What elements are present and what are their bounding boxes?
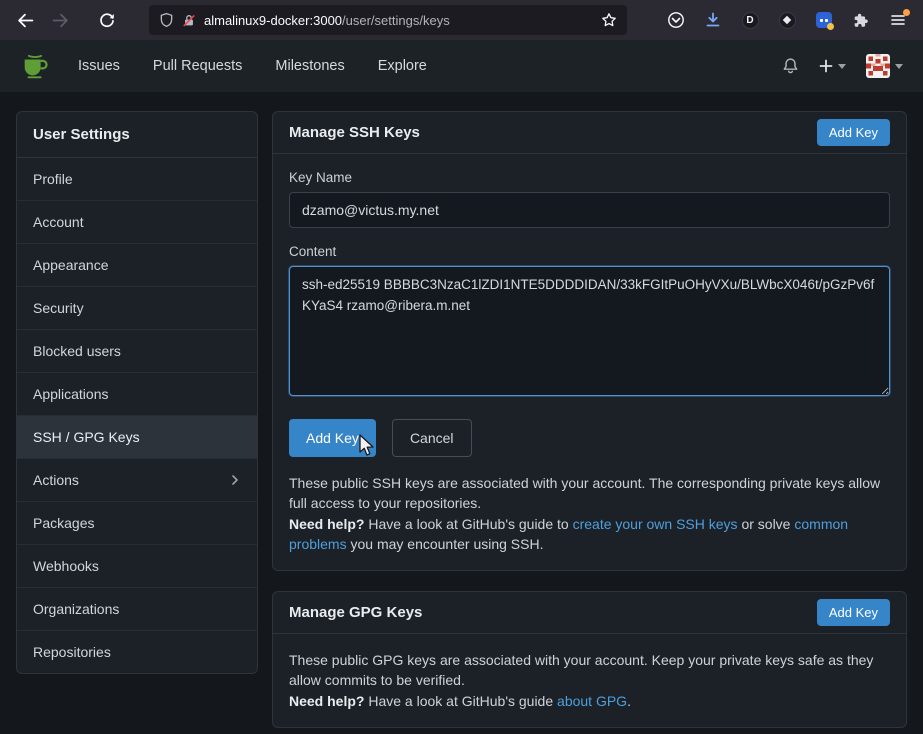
ssh-panel-title: Manage SSH Keys	[289, 124, 420, 141]
sidebar-item-label: SSH / GPG Keys	[33, 429, 140, 445]
nav-item-pull-requests[interactable]: Pull Requests	[153, 58, 242, 74]
sidebar-item-label: Packages	[33, 515, 94, 531]
ssh-panel-body: Key Name Content ssh-ed25519 BBBBC3NzaC1…	[273, 154, 906, 570]
navbar-right	[782, 54, 903, 78]
sidebar-title: User Settings	[17, 112, 257, 158]
back-arrow-icon	[17, 12, 34, 29]
insecure-lock-icon[interactable]	[182, 13, 196, 28]
settings-main: Manage SSH Keys Add Key Key Name Content…	[272, 111, 907, 728]
update-badge	[903, 9, 910, 16]
toolbar-extension-area: D	[663, 7, 913, 33]
gpg-add-key-header-button[interactable]: Add Key	[817, 599, 890, 626]
url-path: /user/settings/keys	[342, 13, 450, 28]
ssh-help-text-a: Have a look at GitHub's guide to	[364, 516, 572, 532]
ssh-help-text-c: you may encounter using SSH.	[347, 536, 544, 552]
ssh-help-text-b: or solve	[738, 516, 795, 532]
extension-blue-icon[interactable]	[811, 7, 837, 33]
pocket-icon[interactable]	[663, 7, 689, 33]
sidebar-item-label: Security	[33, 300, 84, 316]
create-new-dropdown[interactable]	[819, 59, 846, 73]
gpg-help-line1: These public GPG keys are associated wit…	[289, 652, 873, 688]
sidebar-item-label: Appearance	[33, 257, 109, 273]
key-name-label: Key Name	[289, 170, 890, 185]
sidebar-item-label: Applications	[33, 386, 109, 402]
ssh-help-bold: Need help?	[289, 516, 364, 532]
sidebar-item-organizations[interactable]: Organizations	[17, 587, 257, 630]
plus-icon	[819, 59, 833, 73]
tracking-shield-icon[interactable]	[159, 12, 174, 28]
form-buttons: Add Key Cancel	[289, 419, 890, 457]
add-key-submit-button[interactable]: Add Key	[289, 419, 376, 457]
forward-arrow-icon	[52, 12, 69, 29]
avatar	[866, 54, 890, 78]
sidebar-item-profile[interactable]: Profile	[17, 158, 257, 200]
sidebar-item-packages[interactable]: Packages	[17, 501, 257, 544]
sidebar-item-label: Account	[33, 214, 84, 230]
user-menu-dropdown[interactable]	[866, 54, 903, 78]
browser-forward-button[interactable]	[45, 5, 75, 35]
app-navbar: Issues Pull Requests Milestones Explore	[0, 40, 923, 92]
sidebar-item-blocked-users[interactable]: Blocked users	[17, 329, 257, 372]
gpg-help-text: These public GPG keys are associated wit…	[289, 650, 890, 711]
about-gpg-link[interactable]: about GPG	[557, 693, 627, 709]
sidebar-item-label: Profile	[33, 171, 73, 187]
sidebar-item-security[interactable]: Security	[17, 286, 257, 329]
url-text: almalinux9-docker:3000/user/settings/key…	[204, 13, 450, 28]
sidebar-item-label: Repositories	[33, 644, 111, 660]
sidebar-item-ssh-gpg-keys[interactable]: SSH / GPG Keys	[17, 415, 257, 458]
gpg-keys-panel: Manage GPG Keys Add Key These public GPG…	[272, 591, 907, 728]
ssh-keys-panel: Manage SSH Keys Add Key Key Name Content…	[272, 111, 907, 571]
sidebar-item-label: Webhooks	[33, 558, 99, 574]
sidebar-item-webhooks[interactable]: Webhooks	[17, 544, 257, 587]
sidebar-item-actions[interactable]: Actions	[17, 458, 257, 501]
extensions-puzzle-icon[interactable]	[848, 7, 874, 33]
notifications-bell-icon[interactable]	[782, 57, 799, 75]
url-host: almalinux9-docker:3000	[204, 13, 342, 28]
gpg-help-text-b: .	[627, 693, 631, 709]
ssh-help-line1: These public SSH keys are associated wit…	[289, 475, 880, 511]
gpg-panel-header: Manage GPG Keys Add Key	[273, 592, 906, 634]
sidebar-item-account[interactable]: Account	[17, 200, 257, 243]
browser-toolbar: almalinux9-docker:3000/user/settings/key…	[0, 0, 923, 40]
content-textarea[interactable]: ssh-ed25519 BBBBC3NzaC1lZDI1NTE5DDDDIDAN…	[289, 266, 890, 396]
chevron-down-icon	[895, 64, 903, 69]
gpg-help-text-a: Have a look at GitHub's guide	[364, 693, 557, 709]
cancel-button[interactable]: Cancel	[392, 419, 472, 457]
ssh-panel-header: Manage SSH Keys Add Key	[273, 112, 906, 154]
settings-sidebar: User Settings Profile Account Appearance…	[16, 111, 258, 674]
gpg-panel-body: These public GPG keys are associated wit…	[273, 634, 906, 727]
sidebar-item-label: Actions	[33, 472, 79, 488]
chevron-down-icon	[838, 64, 846, 69]
bookmark-star-icon[interactable]	[601, 12, 617, 28]
settings-page: User Settings Profile Account Appearance…	[0, 92, 923, 734]
gpg-panel-title: Manage GPG Keys	[289, 604, 422, 621]
extension-d-icon[interactable]: D	[737, 7, 763, 33]
ssh-help-text: These public SSH keys are associated wit…	[289, 473, 890, 554]
key-name-input[interactable]	[289, 192, 890, 228]
ssh-add-key-header-button[interactable]: Add Key	[817, 119, 890, 146]
url-bar[interactable]: almalinux9-docker:3000/user/settings/key…	[149, 5, 627, 35]
nav-item-explore[interactable]: Explore	[378, 58, 427, 74]
create-ssh-keys-link[interactable]: create your own SSH keys	[573, 516, 738, 532]
browser-reload-button[interactable]	[92, 5, 122, 35]
browser-back-button[interactable]	[10, 5, 40, 35]
sidebar-item-applications[interactable]: Applications	[17, 372, 257, 415]
content-label: Content	[289, 244, 890, 259]
sidebar-item-label: Blocked users	[33, 343, 121, 359]
reload-icon	[99, 12, 115, 28]
menu-icon[interactable]	[885, 7, 911, 33]
gpg-help-bold: Need help?	[289, 693, 364, 709]
extension-dark-icon[interactable]	[774, 7, 800, 33]
nav-item-issues[interactable]: Issues	[78, 58, 120, 74]
chevron-right-icon	[229, 474, 241, 486]
nav-item-milestones[interactable]: Milestones	[275, 58, 344, 74]
sidebar-item-repositories[interactable]: Repositories	[17, 630, 257, 673]
sidebar-item-appearance[interactable]: Appearance	[17, 243, 257, 286]
downloads-icon[interactable]	[700, 7, 726, 33]
sidebar-item-label: Organizations	[33, 601, 119, 617]
gitea-logo-icon[interactable]	[20, 51, 50, 81]
